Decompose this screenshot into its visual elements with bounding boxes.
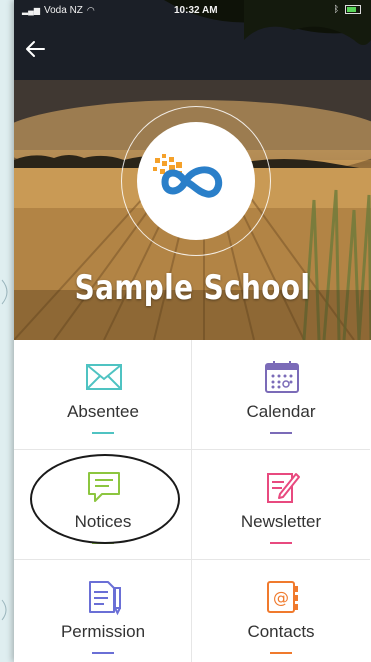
menu-grid: Absentee Calendar Notices Newsletter Per… [14, 340, 371, 662]
accent-bar [92, 542, 114, 544]
accent-bar [270, 652, 292, 654]
accent-bar [270, 542, 292, 544]
menu-tile-notices[interactable]: Notices [14, 450, 192, 560]
status-time: 10:32 AM [174, 5, 218, 16]
menu-tile-absentee[interactable]: Absentee [14, 340, 192, 450]
document-pen-icon [89, 581, 121, 616]
speech-bubble-icon [88, 472, 120, 502]
menu-label-contacts: Contacts [247, 622, 315, 641]
signal-icon: ▂▄▆ [22, 6, 40, 15]
menu-label-calendar: Calendar [246, 402, 316, 421]
menu-tile-contacts[interactable]: @ Contacts [192, 560, 370, 662]
envelope-icon [86, 364, 122, 390]
infinity-logo-icon [153, 154, 223, 198]
bluetooth-icon: ᛒ [333, 4, 339, 14]
wifi-icon: ◠ [86, 5, 95, 15]
accent-bar [92, 652, 114, 654]
menu-label-permission: Permission [60, 622, 146, 641]
menu-tile-calendar[interactable]: Calendar [192, 340, 370, 450]
header-hero: ▂▄▆ Voda NZ ◠ 10:32 AM ᛒ Sample School [14, 0, 371, 340]
svg-text:@: @ [273, 588, 289, 607]
calendar-icon [265, 361, 299, 393]
menu-label-notices: Notices [74, 512, 132, 531]
school-logo [137, 122, 255, 240]
menu-tile-permission[interactable]: Permission [14, 560, 192, 662]
address-book-icon: @ [267, 581, 298, 613]
battery-icon [345, 4, 361, 14]
menu-label-newsletter: Newsletter [240, 512, 322, 531]
back-arrow-icon[interactable] [22, 36, 48, 62]
phone-screen: ▂▄▆ Voda NZ ◠ 10:32 AM ᛒ Sample School A… [14, 0, 371, 662]
menu-label-absentee: Absentee [67, 402, 139, 421]
pencil-note-icon [267, 473, 300, 503]
accent-bar [270, 432, 292, 434]
school-name: Sample School [74, 268, 311, 308]
status-bar: ▂▄▆ Voda NZ ◠ 10:32 AM ᛒ [14, 0, 371, 22]
menu-tile-newsletter[interactable]: Newsletter [192, 450, 370, 560]
accent-bar [92, 432, 114, 434]
carrier-label: Voda NZ [43, 5, 83, 16]
